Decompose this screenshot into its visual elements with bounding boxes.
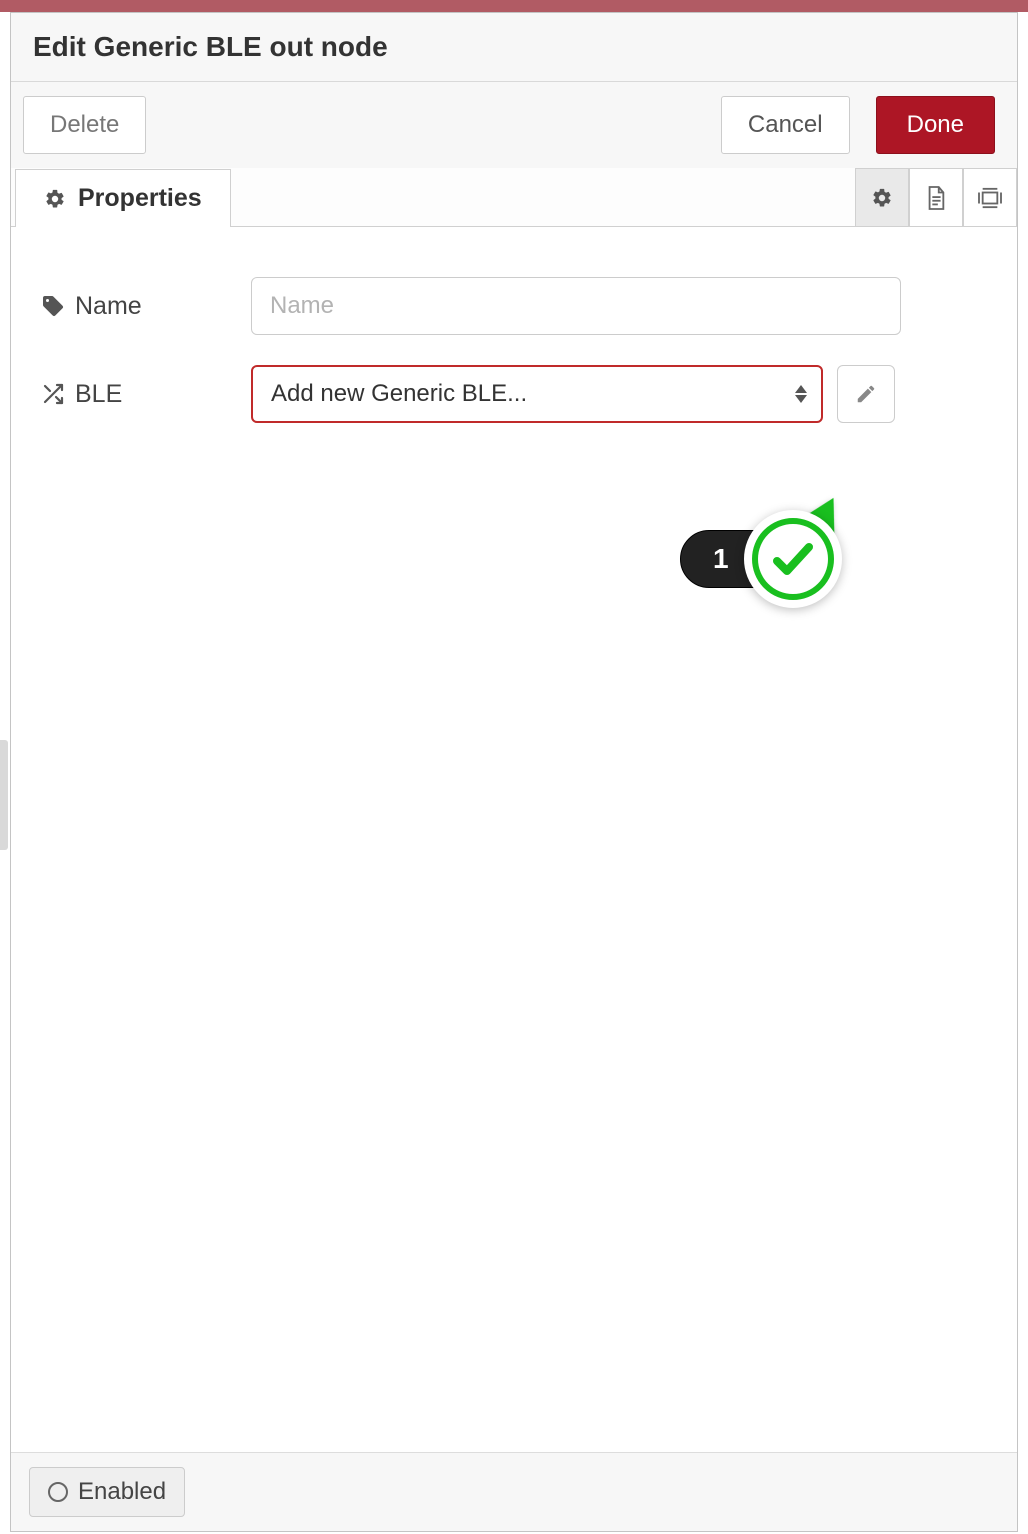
cancel-button[interactable]: Cancel [721, 96, 850, 154]
name-label-text: Name [75, 292, 142, 321]
document-icon [925, 185, 947, 211]
left-resize-handle[interactable] [0, 740, 8, 850]
edit-node-dialog: Edit Generic BLE out node Delete Cancel … [10, 12, 1018, 1532]
right-action-group: Cancel Done [721, 96, 995, 154]
dialog-footer: Enabled [11, 1452, 1017, 1531]
dialog-header: Edit Generic BLE out node [11, 13, 1017, 82]
tab-properties-label: Properties [78, 184, 202, 213]
gear-icon [44, 188, 66, 210]
tour-step-number: 1 [713, 543, 729, 575]
check-icon [769, 535, 817, 583]
ble-label: BLE [41, 380, 251, 409]
ble-select[interactable]: Add new Generic BLE... [251, 365, 823, 423]
select-caret-icon [795, 385, 807, 403]
done-button[interactable]: Done [876, 96, 995, 154]
delete-button[interactable]: Delete [23, 96, 146, 154]
circle-icon [48, 1482, 68, 1502]
enabled-toggle[interactable]: Enabled [29, 1467, 185, 1517]
dialog-title: Edit Generic BLE out node [33, 31, 995, 63]
tabs-row: Properties [11, 168, 1017, 227]
ble-row: BLE Add new Generic BLE... [41, 365, 987, 423]
ble-label-text: BLE [75, 380, 122, 409]
form-body: Name BLE Add new Generic BLE... [11, 227, 1017, 503]
tag-icon [41, 294, 65, 318]
name-row: Name [41, 277, 987, 335]
layout-icon [977, 187, 1003, 209]
ble-select-wrap: Add new Generic BLE... [251, 365, 823, 423]
tab-settings-icon-button[interactable] [855, 168, 909, 226]
ble-edit-button[interactable] [837, 365, 895, 423]
tour-check-badge [744, 510, 842, 608]
tour-callout: 1 [680, 510, 842, 608]
name-input[interactable] [251, 277, 901, 335]
name-label: Name [41, 292, 251, 321]
gear-icon [871, 187, 893, 209]
app-top-stripe [0, 0, 1028, 12]
shuffle-icon [41, 382, 65, 406]
tab-properties[interactable]: Properties [15, 169, 231, 227]
enabled-label: Enabled [78, 1478, 166, 1506]
tab-description-icon-button[interactable] [909, 168, 963, 226]
pencil-icon [855, 383, 877, 405]
dialog-action-row: Delete Cancel Done [11, 82, 1017, 168]
tab-appearance-icon-button[interactable] [963, 168, 1017, 226]
ble-select-value: Add new Generic BLE... [271, 380, 527, 408]
